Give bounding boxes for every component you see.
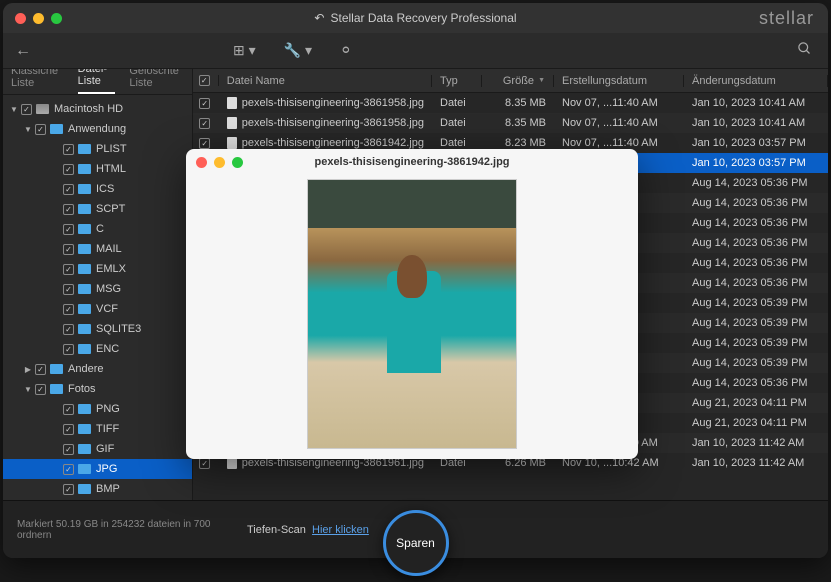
file-row[interactable]: ✓ pexels-thisisengineering-3861958.jpg D… [193,113,828,133]
col-cdate[interactable]: Erstellungsdatum [554,75,684,87]
toggle-on-icon[interactable]: ⚪︎ [340,42,352,59]
col-name[interactable]: Datei Name [219,75,432,87]
window-title: Stellar Data Recovery Professional [330,11,516,25]
preview-minimize-icon[interactable] [214,157,225,168]
toolbar: ← ⊞ ▾ 🔧 ▾ ⚪︎ [3,33,828,69]
tree-mail[interactable]: ✓MAIL [3,239,192,259]
tree-bmp[interactable]: ✓BMP [3,479,192,499]
col-size[interactable]: Größe▼ [482,75,554,87]
brand-logo: stellar [759,8,814,29]
maximize-icon[interactable] [51,13,62,24]
tree-plist[interactable]: ✓PLIST [3,139,192,159]
checkbox-header[interactable]: ✓ [199,75,210,86]
preview-image [307,179,517,449]
tree-jpg[interactable]: ✓JPG [3,459,192,479]
tab-deleted[interactable]: Gelöschte Liste [129,65,183,94]
row-checkbox[interactable]: ✓ [199,138,210,149]
tree-ics[interactable]: ✓ICS [3,179,192,199]
row-checkbox[interactable]: ✓ [199,458,210,469]
row-checkbox[interactable]: ✓ [199,98,210,109]
deepscan-label: Tiefen-Scan [247,524,306,536]
preview-maximize-icon[interactable] [232,157,243,168]
tree-sqlite[interactable]: ✓SQLITE3 [3,319,192,339]
preview-title: pexels-thisisengineering-3861942.jpg [314,156,509,168]
tree-enc[interactable]: ✓ENC [3,339,192,359]
undo-icon: ↶ [314,11,324,25]
file-row[interactable]: ✓ pexels-thisisengineering-3861958.jpg D… [193,93,828,113]
back-button[interactable]: ← [15,42,31,60]
tree-gif[interactable]: ✓GIF [3,439,192,459]
tree-emlx[interactable]: ✓EMLX [3,259,192,279]
grid-view-icon[interactable]: ⊞ ▾ [233,42,256,59]
row-checkbox[interactable]: ✓ [199,118,210,129]
tree-root[interactable]: ▼✓Macintosh HD [3,99,192,119]
tree-vcf[interactable]: ✓VCF [3,299,192,319]
tree-png[interactable]: ✓PNG [3,399,192,419]
preview-close-icon[interactable] [196,157,207,168]
folder-tree[interactable]: ▼✓Macintosh HD▼✓Anwendung✓PLIST✓HTML✓ICS… [3,95,192,500]
tree-scpt[interactable]: ✓SCPT [3,199,192,219]
tree-fotos[interactable]: ▼✓Fotos [3,379,192,399]
close-icon[interactable] [15,13,26,24]
tab-classic[interactable]: Klassiche Liste [11,65,64,94]
tree-andere[interactable]: ▶✓Andere [3,359,192,379]
col-mdate[interactable]: Änderungsdatum [684,75,828,87]
col-type[interactable]: Typ [432,75,482,87]
search-icon[interactable] [797,41,812,61]
sidebar: Klassiche Liste Datei-Liste Gelöschte Li… [3,69,193,500]
tree-html[interactable]: ✓HTML [3,159,192,179]
titlebar: ↶ Stellar Data Recovery Professional ste… [3,3,828,33]
tree-tiff[interactable]: ✓TIFF [3,419,192,439]
tree-c[interactable]: ✓C [3,219,192,239]
save-button[interactable]: Sparen [383,510,449,576]
wrench-icon[interactable]: 🔧 ▾ [284,42,312,59]
minimize-icon[interactable] [33,13,44,24]
deepscan-link[interactable]: Hier klicken [312,524,369,536]
tree-anwendung[interactable]: ▼✓Anwendung [3,119,192,139]
tree-msg[interactable]: ✓MSG [3,279,192,299]
status-text: Markiert 50.19 GB in 254232 dateien in 7… [17,519,217,541]
preview-window[interactable]: pexels-thisisengineering-3861942.jpg [186,149,638,459]
